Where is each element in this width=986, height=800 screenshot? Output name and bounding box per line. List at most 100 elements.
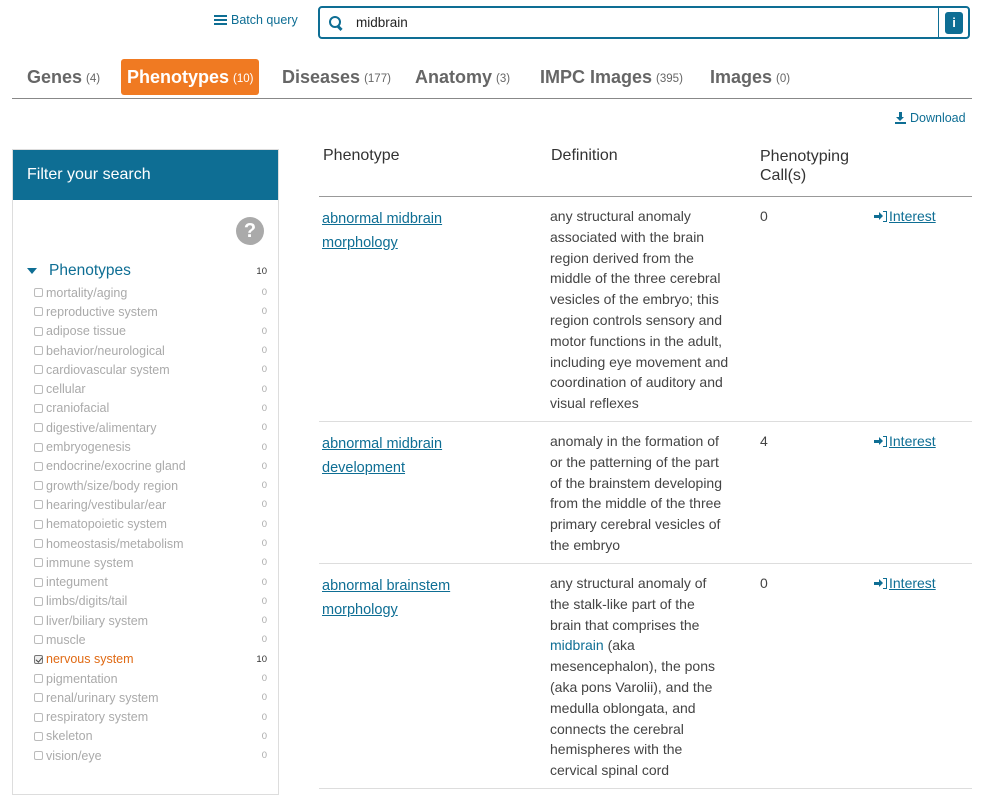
facet-checkbox[interactable] bbox=[34, 674, 43, 684]
caret-down-icon bbox=[27, 268, 37, 274]
col-definition: Definition bbox=[551, 147, 618, 164]
phenotype-link[interactable]: abnormal brainstem morphology bbox=[322, 578, 450, 618]
facet-checkbox[interactable] bbox=[34, 384, 43, 394]
tab-label: Anatomy bbox=[415, 66, 493, 87]
col-calls-line2: Call(s) bbox=[760, 167, 807, 184]
facet-checkbox[interactable] bbox=[34, 558, 43, 568]
facet-item[interactable]: endocrine/exocrine gland 0 bbox=[34, 457, 267, 476]
tab-impc-images[interactable]: IMPC Images (395) bbox=[540, 59, 683, 95]
interest-label: Interest bbox=[889, 433, 936, 449]
definition-line: mesencephalon), the pons bbox=[550, 658, 715, 675]
batch-query-link[interactable]: Batch query bbox=[214, 13, 298, 27]
facet-checkbox[interactable] bbox=[34, 403, 43, 413]
facet-item[interactable]: pigmentation 0 bbox=[34, 669, 267, 688]
facet-label: pigmentation bbox=[46, 671, 118, 686]
phenotype-name-line2: development bbox=[322, 460, 406, 476]
filter-sidebar: Filter your search ? Phenotypes 10 morta… bbox=[12, 149, 279, 795]
facet-item[interactable]: craniofacial 0 bbox=[34, 399, 267, 418]
facet-item[interactable]: embryogenesis 0 bbox=[34, 437, 267, 456]
facet-label: renal/urinary system bbox=[46, 690, 159, 705]
facet-checkbox[interactable] bbox=[34, 577, 43, 587]
facet-item[interactable]: integument 0 bbox=[34, 572, 267, 591]
facet-item[interactable]: mortality/aging 0 bbox=[34, 283, 267, 302]
facet-item[interactable]: homeostasis/metabolism 0 bbox=[34, 534, 267, 553]
facet-checkbox[interactable] bbox=[34, 442, 43, 452]
facet-checkbox[interactable] bbox=[34, 346, 43, 356]
facet-item[interactable]: reproductive system 0 bbox=[34, 302, 267, 321]
interest-link[interactable]: Interest bbox=[874, 573, 936, 594]
facet-item[interactable]: immune system 0 bbox=[34, 553, 267, 572]
facet-item[interactable]: renal/urinary system 0 bbox=[34, 688, 267, 707]
tab-anatomy[interactable]: Anatomy (3) bbox=[415, 59, 510, 95]
facet-checkbox[interactable] bbox=[34, 519, 43, 529]
facet-checkbox[interactable] bbox=[34, 731, 43, 741]
facet-checkbox[interactable] bbox=[34, 693, 43, 703]
table-row: abnormal midbrain morphology any structur… bbox=[319, 197, 972, 422]
facet-count: 0 bbox=[261, 345, 267, 357]
phenotype-name: abnormal midbrain morphology bbox=[322, 207, 502, 255]
facet-item[interactable]: hematopoietic system 0 bbox=[34, 515, 267, 534]
facet-item[interactable]: nervous system 10 bbox=[34, 650, 267, 669]
facet-checkbox[interactable] bbox=[34, 616, 43, 626]
facet-checkbox[interactable] bbox=[34, 288, 43, 298]
help-icon[interactable]: ? bbox=[236, 217, 264, 245]
facet-item[interactable]: hearing/vestibular/ear 0 bbox=[34, 495, 267, 514]
facet-item[interactable]: behavior/neurological 0 bbox=[34, 341, 267, 360]
facet-item[interactable]: muscle 0 bbox=[34, 630, 267, 649]
download-link[interactable]: Download bbox=[895, 111, 966, 125]
info-icon[interactable]: i bbox=[945, 11, 963, 34]
facet-item[interactable]: cardiovascular system 0 bbox=[34, 360, 267, 379]
facet-item[interactable]: cellular 0 bbox=[34, 379, 267, 398]
facet-checkbox[interactable] bbox=[34, 500, 43, 510]
facet-label: hearing/vestibular/ear bbox=[46, 497, 167, 512]
tab-count: (395) bbox=[656, 73, 683, 85]
facet-checkbox[interactable] bbox=[34, 539, 43, 548]
definition-line: cervical spinal cord bbox=[550, 762, 670, 779]
facet-checkbox[interactable] bbox=[34, 365, 43, 375]
search-box[interactable]: midbrain i bbox=[318, 6, 970, 39]
phenotypes-group-toggle[interactable]: Phenotypes 10 bbox=[27, 261, 267, 281]
tab-genes[interactable]: Genes (4) bbox=[27, 59, 100, 95]
facet-label: embryogenesis bbox=[46, 440, 131, 455]
facet-checkbox[interactable] bbox=[34, 654, 43, 664]
facet-item[interactable]: respiratory system 0 bbox=[34, 708, 267, 727]
tab-diseases[interactable]: Diseases (177) bbox=[282, 59, 391, 95]
facet-label: endocrine/exocrine gland bbox=[46, 459, 186, 474]
facet-label: nervous system bbox=[46, 652, 134, 667]
search-input[interactable]: midbrain bbox=[356, 15, 938, 30]
facet-checkbox[interactable] bbox=[34, 712, 43, 722]
interest-link[interactable]: Interest bbox=[874, 206, 936, 227]
facet-item[interactable]: digestive/alimentary 0 bbox=[34, 418, 267, 437]
facet-item[interactable]: skeleton 0 bbox=[34, 727, 267, 746]
col-phenotype: Phenotype bbox=[323, 147, 400, 164]
phenotype-link[interactable]: abnormal midbrain development bbox=[322, 436, 442, 476]
facet-checkbox[interactable] bbox=[34, 635, 43, 645]
facet-checkbox[interactable] bbox=[34, 423, 43, 433]
tab-images[interactable]: Images (0) bbox=[710, 59, 790, 95]
facet-item[interactable]: limbs/digits/tail 0 bbox=[34, 592, 267, 611]
interest-link[interactable]: Interest bbox=[874, 431, 936, 452]
definition: any structural anomaly associated with t… bbox=[550, 206, 750, 414]
facet-count: 0 bbox=[261, 306, 267, 318]
facet-item[interactable]: adipose tissue 0 bbox=[34, 322, 267, 341]
facet-label: respiratory system bbox=[46, 710, 149, 725]
facet-count: 0 bbox=[261, 711, 267, 723]
facet-item[interactable]: liver/biliary system 0 bbox=[34, 611, 267, 630]
facet-checkbox[interactable] bbox=[34, 326, 43, 336]
facet-checkbox[interactable] bbox=[34, 481, 43, 491]
facet-checkbox[interactable] bbox=[34, 596, 43, 606]
facet-count: 10 bbox=[256, 653, 267, 665]
tab-label: IMPC Images bbox=[540, 66, 653, 87]
facet-checkbox[interactable] bbox=[34, 751, 43, 761]
table-header: Phenotype Definition Phenotyping Call(s) bbox=[319, 146, 972, 197]
definition-line: hemispheres with the bbox=[550, 741, 683, 758]
phenotype-link[interactable]: abnormal midbrain morphology bbox=[322, 211, 442, 251]
facet-checkbox[interactable] bbox=[34, 461, 43, 471]
sign-in-icon bbox=[874, 210, 888, 222]
facet-checkbox[interactable] bbox=[34, 307, 43, 317]
facet-item[interactable]: vision/eye 0 bbox=[34, 746, 267, 765]
tab-phenotypes[interactable]: Phenotypes (10) bbox=[121, 59, 260, 95]
facet-count: 0 bbox=[261, 615, 267, 627]
tab-count: (177) bbox=[364, 73, 391, 85]
facet-item[interactable]: growth/size/body region 0 bbox=[34, 476, 267, 495]
